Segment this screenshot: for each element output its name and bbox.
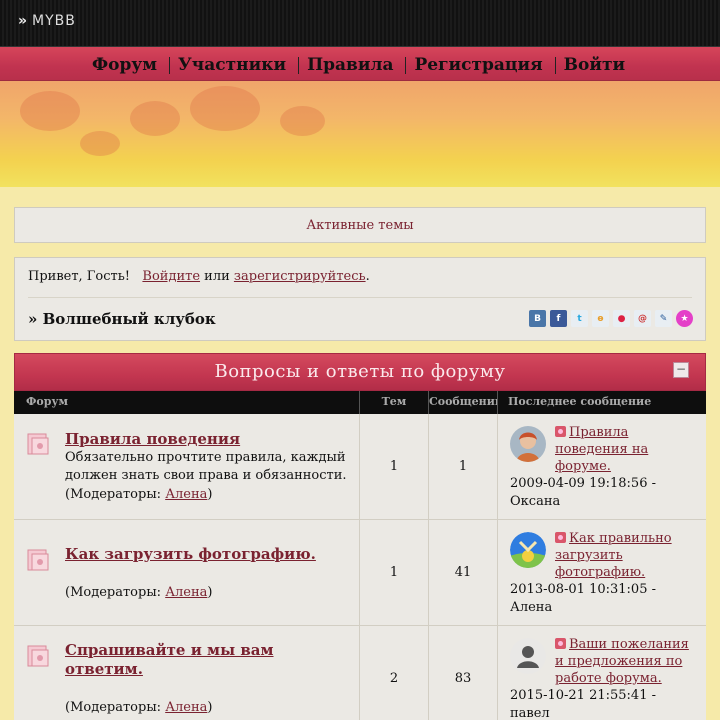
last-post-link[interactable]: Правила поведения на форуме. <box>555 424 690 475</box>
user-avatar-icon <box>510 532 546 568</box>
moderator-link[interactable]: Алена <box>165 585 207 600</box>
column-posts: Сообщений <box>429 391 498 414</box>
header-banner <box>0 81 720 187</box>
active-topics-link[interactable]: Активные темы <box>15 218 705 233</box>
default-avatar-icon <box>510 638 546 674</box>
topics-count: 2 <box>389 671 399 686</box>
last-post-title: Правила поведения на форуме. <box>555 425 649 474</box>
moderator-link[interactable]: Алена <box>165 487 207 502</box>
mybb-logo[interactable]: » MYBB <box>18 13 76 29</box>
period-text: . <box>365 269 370 284</box>
guest-greeting: Привет, Гость! Войдите или зарегистрируй… <box>28 269 370 284</box>
posts-count: 41 <box>454 565 472 580</box>
board-title: » Волшебный клубок <box>28 310 216 328</box>
moderators-close: ) <box>207 487 213 502</box>
last-post-date: 2009-04-09 19:18:56 - <box>510 476 656 491</box>
last-post-author: павел <box>510 706 550 720</box>
register-link[interactable]: зарегистрируйтесь <box>234 269 366 284</box>
livejournal-icon[interactable]: ✎ <box>655 310 672 327</box>
moderators-close: ) <box>207 700 213 715</box>
main-navigation: Форум Участники Правила Регистрация Войт… <box>0 47 720 81</box>
go-to-post-icon <box>555 426 566 437</box>
forum-table-header: Форум Тем Сообщений Последнее сообщение <box>14 391 706 414</box>
posts-count: 83 <box>454 671 472 686</box>
greeting-text: Привет, Гость! <box>28 269 131 284</box>
forum-description: Обязательно прочтите правила, каждый дол… <box>65 450 347 483</box>
blossom-decoration <box>280 106 325 136</box>
forum-row: Правила поведения Обязательно прочтите п… <box>14 414 706 520</box>
category-title: Вопросы и ответы по форуму <box>214 361 506 382</box>
forum-row: Спрашивайте и мы вам ответим. (Модератор… <box>14 626 706 720</box>
vkontakte-icon[interactable]: B <box>529 310 546 327</box>
user-avatar-icon <box>510 426 546 462</box>
active-topics-box: Активные темы <box>14 207 706 243</box>
last-post-title: Ваши пожелания и предложения по работе ф… <box>555 637 689 686</box>
star-icon[interactable]: ★ <box>676 310 693 327</box>
last-post-link[interactable]: Ваши пожелания и предложения по работе ф… <box>555 636 690 687</box>
nav-rules[interactable]: Правила <box>307 55 393 75</box>
blossom-decoration <box>190 86 260 131</box>
blossom-decoration <box>20 91 80 131</box>
last-post-title: Как правильно загрузить фотографию. <box>555 531 672 580</box>
topics-count: 1 <box>389 565 399 580</box>
forum-title-link[interactable]: Как загрузить фотографию. <box>65 545 316 564</box>
go-to-post-icon <box>555 532 566 543</box>
blossom-decoration <box>80 131 120 156</box>
nav-login[interactable]: Войти <box>564 55 625 75</box>
mail-icon[interactable]: @ <box>634 310 651 327</box>
avatar[interactable] <box>510 426 546 462</box>
go-to-post-icon <box>555 638 566 649</box>
forum-row: Как загрузить фотографию. (Модераторы: А… <box>14 520 706 626</box>
column-last-post: Последнее сообщение <box>508 395 652 408</box>
forum-moderators: (Модераторы: Алена) <box>65 585 212 600</box>
top-bar: » MYBB <box>0 0 720 47</box>
or-text: или <box>204 269 230 284</box>
nav-register[interactable]: Регистрация <box>414 55 542 75</box>
twitter-icon[interactable]: t <box>571 310 588 327</box>
forum-moderators: (Модераторы: Алена) <box>65 487 212 502</box>
forum-title-link[interactable]: Правила поведения <box>65 430 240 449</box>
topics-count: 1 <box>389 459 399 474</box>
last-post-date: 2013-08-01 10:31:05 - <box>510 582 656 597</box>
login-link[interactable]: Войдите <box>142 269 200 284</box>
collapse-icon[interactable]: − <box>673 362 689 378</box>
column-topics: Тем <box>360 391 429 414</box>
nav-forum[interactable]: Форум <box>92 55 157 75</box>
facebook-icon[interactable]: f <box>550 310 567 327</box>
nav-separator <box>405 56 407 74</box>
moderators-label: (Модераторы: <box>65 585 166 600</box>
nav-members[interactable]: Участники <box>178 55 286 75</box>
posts-count: 1 <box>458 459 468 474</box>
last-post-link[interactable]: Как правильно загрузить фотографию. <box>555 530 690 581</box>
odnoklassniki-icon[interactable]: ѳ <box>592 310 609 327</box>
blossom-decoration <box>130 101 180 136</box>
forum-moderators: (Модераторы: Алена) <box>65 700 212 715</box>
last-post-date: 2015-10-21 21:55:41 - <box>510 688 656 703</box>
avatar[interactable] <box>510 532 546 568</box>
forum-status-icon <box>27 645 49 667</box>
moderators-label: (Модераторы: <box>65 487 166 502</box>
share-icons: B f t ѳ ● @ ✎ ★ <box>529 310 693 327</box>
column-forum: Форум <box>14 391 360 414</box>
forum-status-icon <box>27 549 49 571</box>
divider <box>28 297 692 298</box>
last-post-author: Оксана <box>510 494 561 509</box>
nav-separator <box>169 56 171 74</box>
welcome-box: Привет, Гость! Войдите или зарегистрируй… <box>14 257 706 341</box>
moderators-close: ) <box>207 585 213 600</box>
category-header: Вопросы и ответы по форуму − <box>14 353 706 391</box>
forum-title-link[interactable]: Спрашивайте и мы вам ответим. <box>65 641 305 679</box>
nav-separator <box>554 56 556 74</box>
double-chevron-icon: » <box>18 13 29 29</box>
last-post-author: Алена <box>510 600 553 615</box>
moderators-label: (Модераторы: <box>65 700 166 715</box>
avatar[interactable] <box>510 638 546 674</box>
moi-mir-icon[interactable]: ● <box>613 310 630 327</box>
forum-status-icon <box>27 433 49 455</box>
logo-text: MYBB <box>32 13 76 29</box>
nav-separator <box>298 56 300 74</box>
moderator-link[interactable]: Алена <box>165 700 207 715</box>
